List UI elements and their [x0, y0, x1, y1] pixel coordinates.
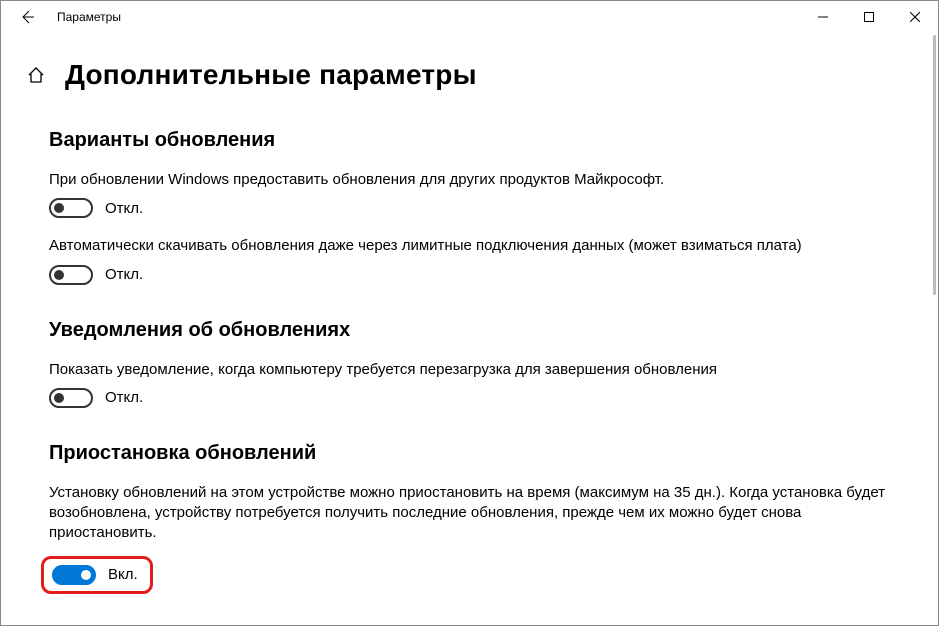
section-pause-updates: Приостановка обновлений Установку обновл…: [49, 442, 909, 594]
maximize-icon: [864, 12, 874, 22]
scrollbar[interactable]: [924, 35, 936, 623]
home-icon: [26, 65, 46, 85]
section-heading: Уведомления об обновлениях: [49, 319, 909, 342]
toggle-state-label: Откл.: [105, 266, 143, 283]
section-heading: Приостановка обновлений: [49, 442, 909, 465]
window-title: Параметры: [57, 10, 121, 24]
section-update-notifications: Уведомления об обновлениях Показать увед…: [49, 319, 909, 408]
toggle-other-products: Откл.: [49, 198, 909, 218]
toggle-pause-updates[interactable]: [52, 565, 96, 585]
content-area: Варианты обновления При обновлении Windo…: [1, 119, 938, 594]
option-description: Установку обновлений на этом устройстве …: [49, 483, 909, 544]
back-button[interactable]: [11, 9, 43, 25]
home-button[interactable]: [25, 64, 47, 86]
toggle-metered-download: Откл.: [49, 265, 909, 285]
arrow-left-icon: [19, 9, 35, 25]
option-label: Показать уведомление, когда компьютеру т…: [49, 360, 909, 380]
highlight-annotation: Вкл.: [41, 556, 153, 594]
section-update-options: Варианты обновления При обновлении Windo…: [49, 129, 909, 285]
toggle-restart-notification: Откл.: [49, 388, 909, 408]
section-heading: Варианты обновления: [49, 129, 909, 152]
option-label: Автоматически скачивать обновления даже …: [49, 236, 909, 256]
minimize-button[interactable]: [800, 1, 846, 33]
toggle-switch[interactable]: [49, 265, 93, 285]
page-title: Дополнительные параметры: [65, 59, 477, 91]
toggle-state-label: Вкл.: [108, 566, 138, 583]
toggle-state-label: Откл.: [105, 200, 143, 217]
toggle-state-label: Откл.: [105, 389, 143, 406]
minimize-icon: [818, 12, 828, 22]
maximize-button[interactable]: [846, 1, 892, 33]
page-header: Дополнительные параметры: [25, 59, 938, 91]
scrollbar-thumb[interactable]: [933, 35, 936, 295]
close-button[interactable]: [892, 1, 938, 33]
titlebar: Параметры: [1, 1, 938, 33]
toggle-switch[interactable]: [49, 198, 93, 218]
option-label: При обновлении Windows предоставить обно…: [49, 170, 909, 190]
close-icon: [910, 12, 920, 22]
toggle-switch[interactable]: [49, 388, 93, 408]
